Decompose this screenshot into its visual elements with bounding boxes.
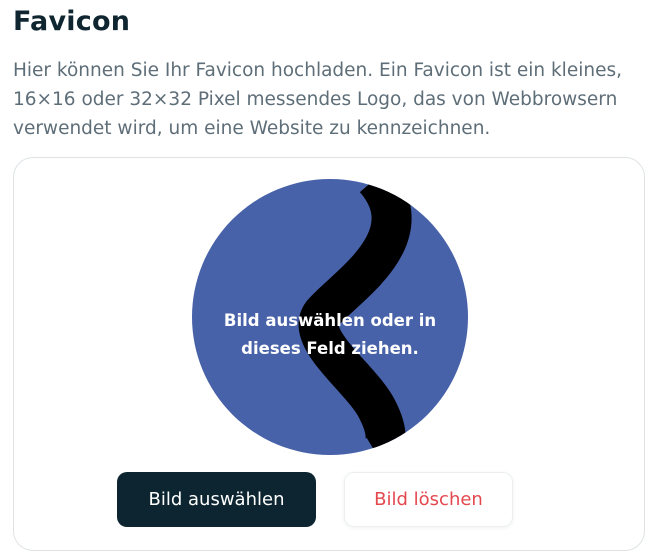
favicon-upload-card: Bild auswählen oder in dieses Feld ziehe… — [13, 157, 645, 551]
select-image-button[interactable]: Bild auswählen — [117, 472, 316, 527]
page-title: Favicon — [13, 6, 131, 37]
dropzone-text-line-1: Bild auswählen oder in — [223, 311, 437, 330]
description-line-2: 16×16 oder 32×32 Pixel messendes Logo, d… — [13, 89, 618, 110]
favicon-dropzone[interactable]: Bild auswählen oder in dieses Feld ziehe… — [192, 179, 468, 455]
description-line-1: Hier können Sie Ihr Favicon hochladen. E… — [13, 60, 622, 81]
dropzone-instruction: Bild auswählen oder in dieses Feld ziehe… — [192, 307, 468, 363]
page-description: Hier können Sie Ihr Favicon hochladen. E… — [13, 56, 653, 143]
dropzone-text-line-2: dieses Feld ziehen. — [241, 339, 419, 358]
description-line-3: verwendet wird, um eine Website zu kennz… — [13, 118, 491, 139]
delete-image-button[interactable]: Bild löschen — [344, 472, 513, 527]
